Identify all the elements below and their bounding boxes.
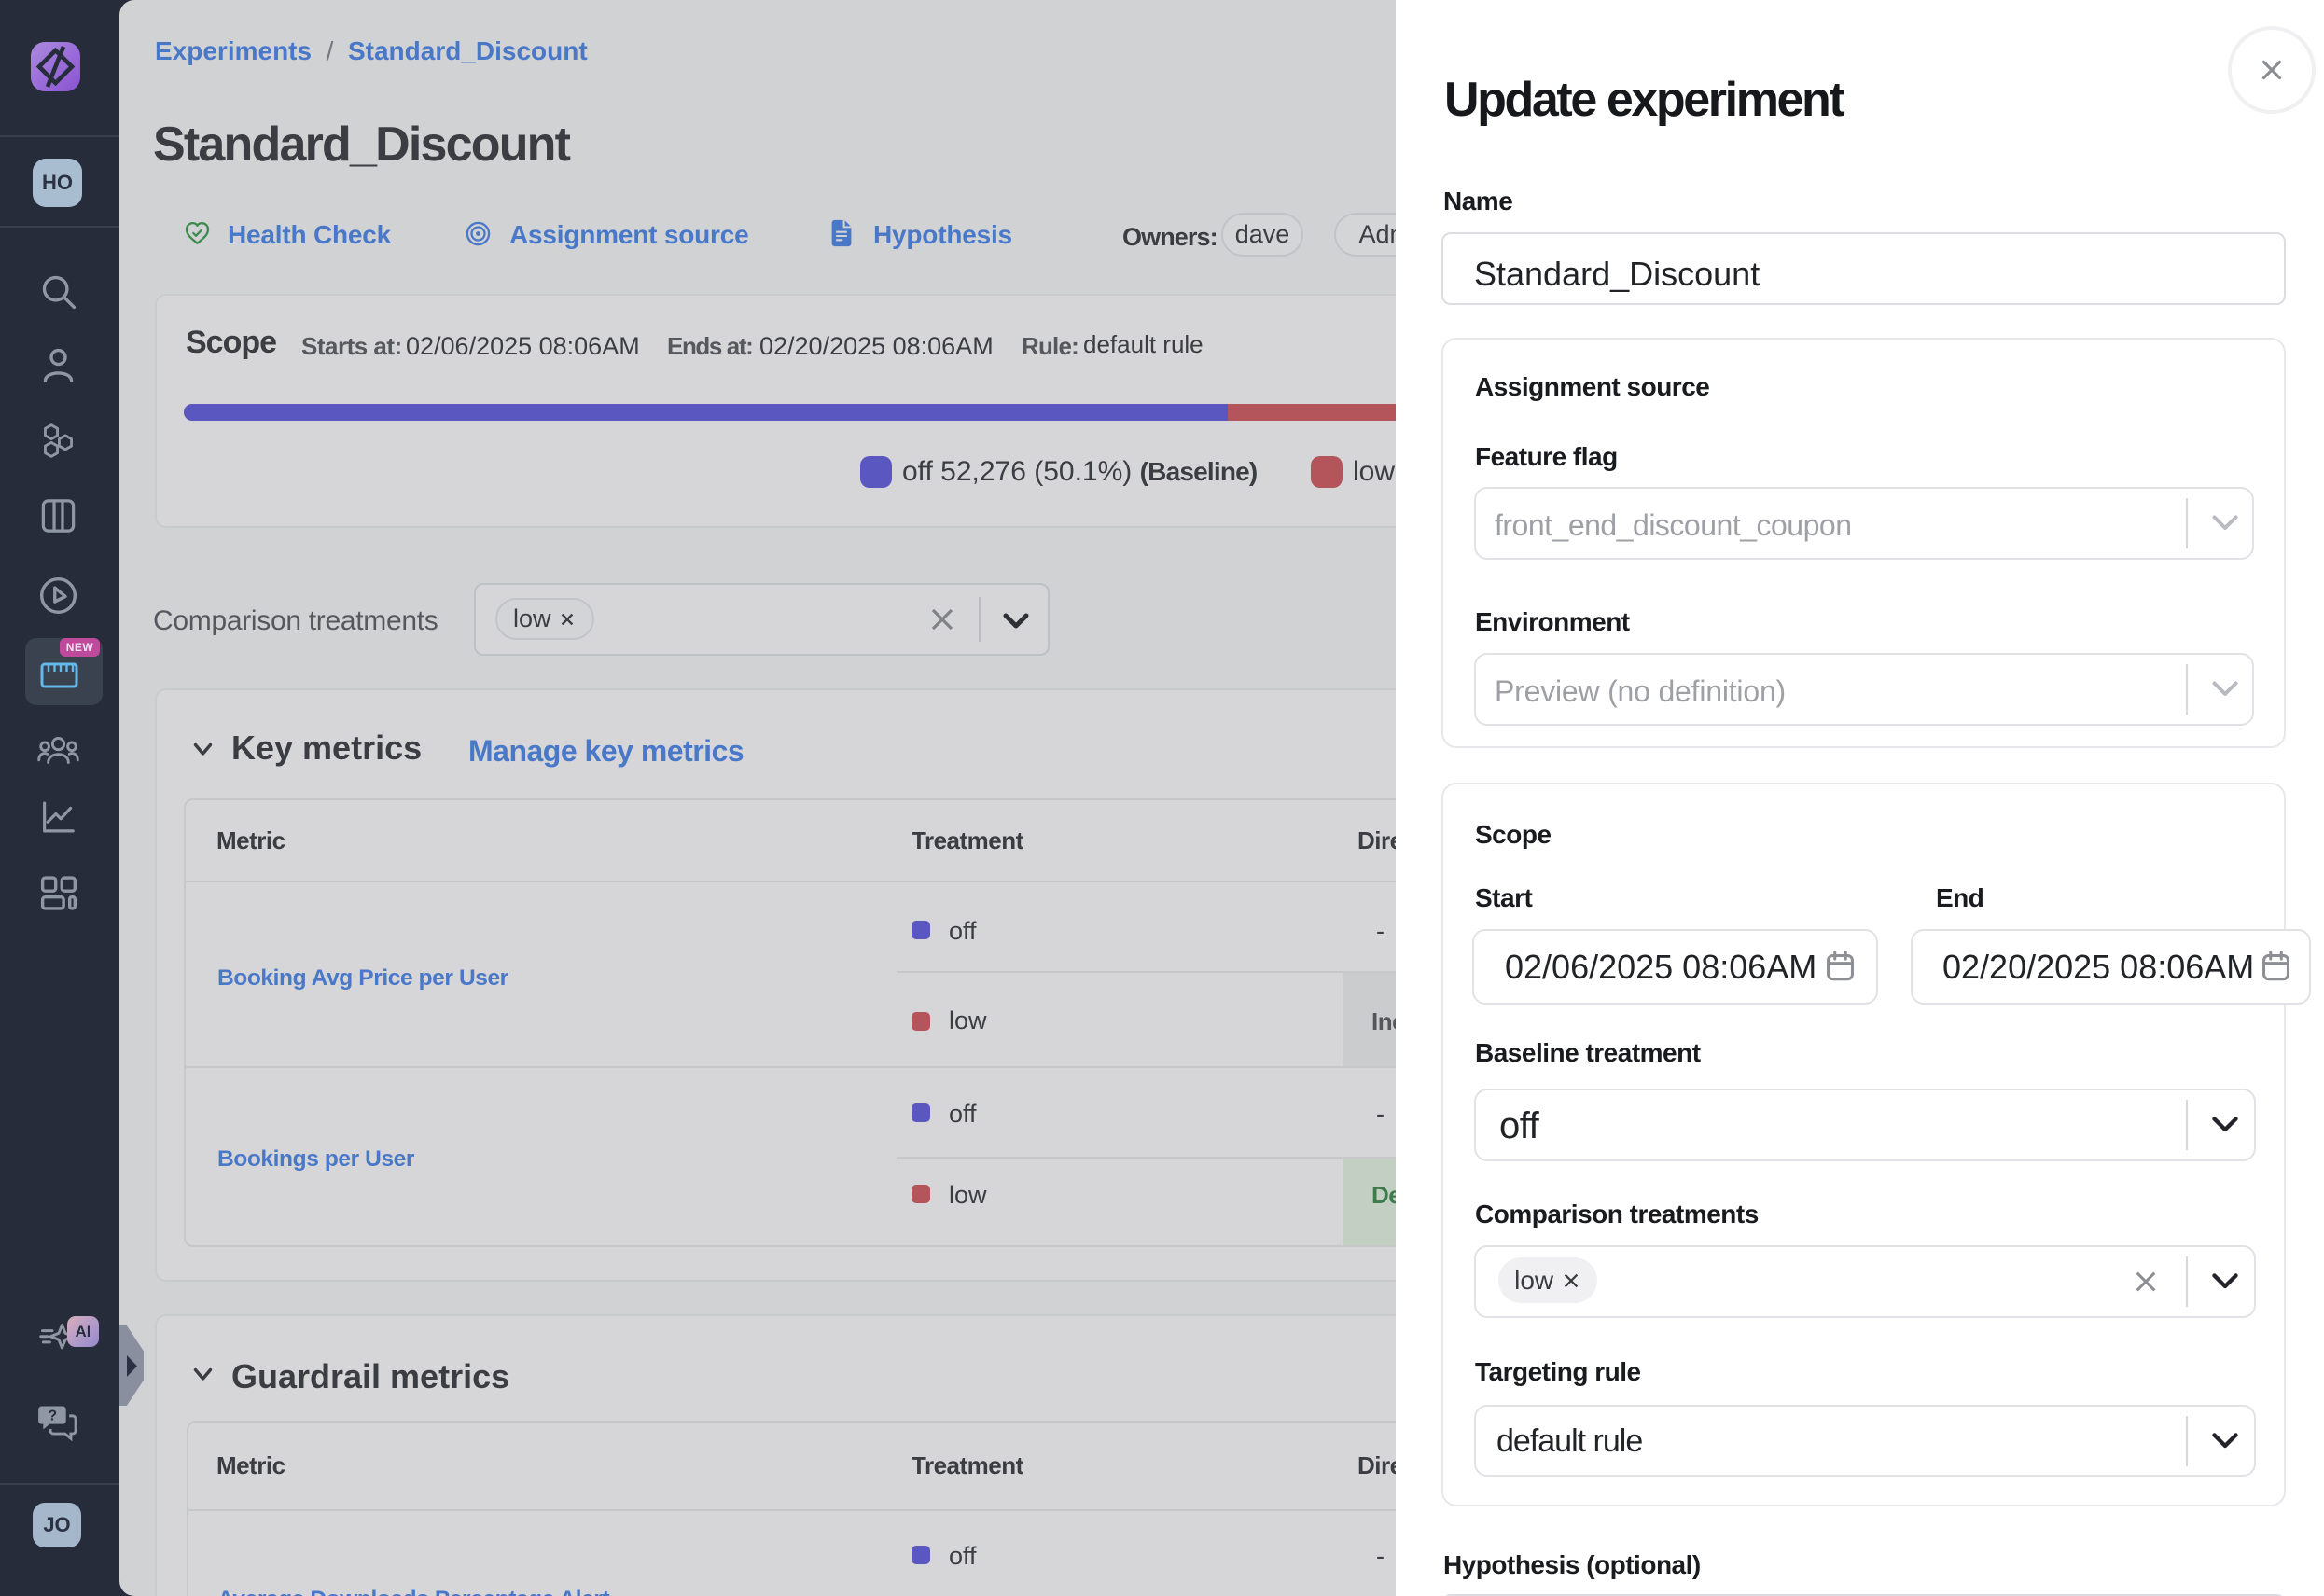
svg-text:?: ? — [49, 1408, 58, 1423]
